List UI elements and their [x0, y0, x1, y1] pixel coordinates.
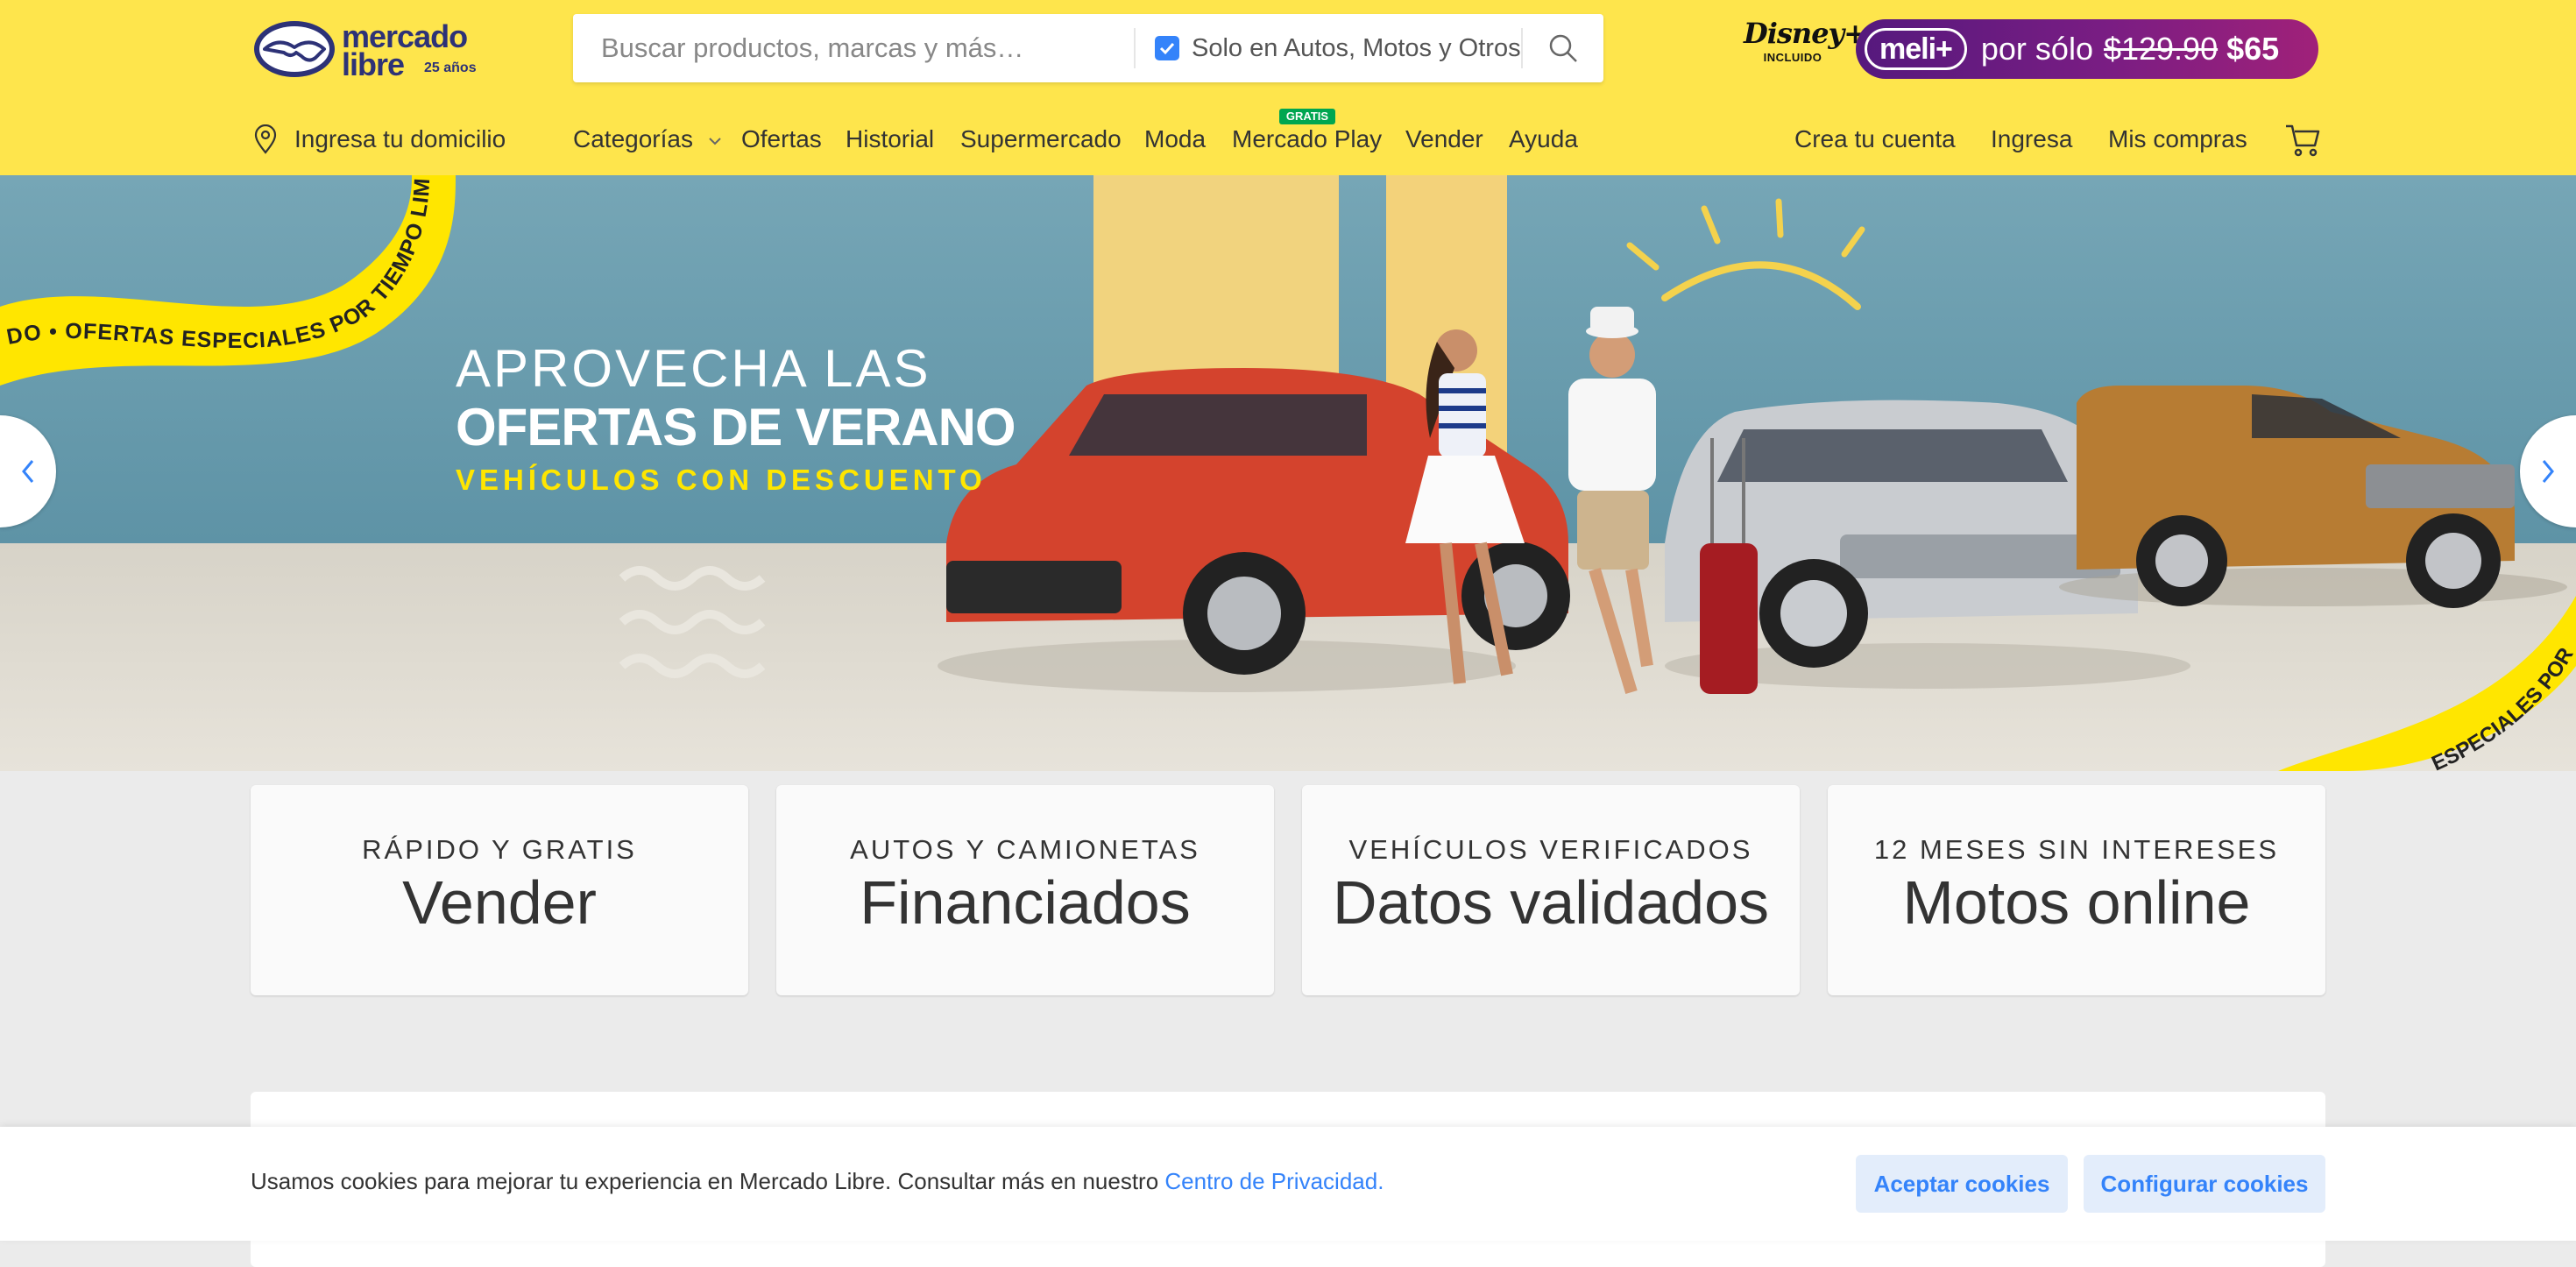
- card-kicker: VEHÍCULOS VERIFICADOS: [1348, 834, 1753, 865]
- search-icon: [1549, 34, 1577, 62]
- orange-pickup: [2059, 386, 2567, 608]
- disney-plus-logo[interactable]: Disney+ INCLUIDO: [1744, 16, 1867, 81]
- cart-button[interactable]: [2283, 121, 2322, 159]
- nav-categorias-label: Categorías: [573, 125, 693, 152]
- card-financiados[interactable]: AUTOS Y CAMIONETAS Financiados: [776, 785, 1274, 995]
- promo-text: por sólo: [1980, 31, 2093, 67]
- logo-line2: libre: [342, 46, 404, 81]
- chevron-down-icon: [709, 137, 721, 145]
- my-purchases-link[interactable]: Mis compras: [2108, 121, 2247, 158]
- card-motos-online[interactable]: 12 MESES SIN INTERESES Motos online: [1828, 785, 2325, 995]
- nav-supermercado[interactable]: Supermercado: [960, 121, 1122, 158]
- promo-old-price: $129.90: [2103, 31, 2219, 67]
- main-nav: Ingresa tu domicilio Categorías Ofertas …: [0, 114, 2576, 163]
- card-vender[interactable]: RÁPIDO Y GRATIS Vender: [251, 785, 748, 995]
- card-title: Datos validados: [1332, 868, 1770, 937]
- privacy-center-link[interactable]: Centro de Privacidad.: [1164, 1168, 1384, 1194]
- disney-included-label: INCLUIDO: [1763, 51, 1822, 64]
- category-filter-checkbox[interactable]: Solo en Autos, Motos y Otros: [1155, 14, 1521, 82]
- nav-historial[interactable]: Historial: [846, 121, 934, 158]
- cart-icon: [2286, 124, 2320, 157]
- card-title: Motos online: [1902, 868, 2251, 937]
- mercadolibre-logo[interactable]: mercado libre 25 años: [252, 18, 489, 82]
- nav-ofertas[interactable]: Ofertas: [741, 121, 822, 158]
- nav-vender[interactable]: Vender: [1405, 121, 1483, 158]
- hero-line3: VEHÍCULOS CON DESCUENTO: [456, 464, 987, 496]
- cookie-text: Usamos cookies para mejorar tu experienc…: [251, 1168, 1159, 1194]
- cookie-message: Usamos cookies para mejorar tu experienc…: [251, 1165, 1384, 1197]
- search-button[interactable]: [1523, 14, 1603, 82]
- card-title: Vender: [402, 868, 597, 937]
- card-datos-validados[interactable]: VEHÍCULOS VERIFICADOS Datos validados: [1302, 785, 1800, 995]
- hero-line2: OFERTAS DE VERANO: [456, 398, 1016, 457]
- location-link[interactable]: Ingresa tu domicilio: [252, 121, 506, 158]
- card-title: Financiados: [860, 868, 1191, 937]
- nav-mercado-play[interactable]: Mercado Play: [1232, 121, 1382, 158]
- accept-cookies-button[interactable]: Aceptar cookies: [1856, 1155, 2068, 1213]
- card-kicker: RÁPIDO Y GRATIS: [362, 834, 637, 865]
- hero-carousel[interactable]: DO • OFERTAS ESPECIALES POR TIEMPO LIMIT…: [0, 175, 2576, 771]
- search-input[interactable]: [573, 14, 1134, 82]
- header: mercado libre 25 años Solo en Autos, Mot…: [0, 0, 2576, 175]
- checkbox-checked[interactable]: [1155, 36, 1179, 60]
- create-account-link[interactable]: Crea tu cuenta: [1794, 121, 1956, 158]
- nav-categorias[interactable]: Categorías: [573, 121, 723, 158]
- search-divider: [1134, 28, 1136, 68]
- card-kicker: AUTOS Y CAMIONETAS: [850, 834, 1200, 865]
- meli-plus-promo-banner[interactable]: meli+ por sólo $129.90 $65: [1856, 19, 2318, 79]
- chevron-right-icon: [2542, 460, 2554, 483]
- login-link[interactable]: Ingresa: [1991, 121, 2072, 158]
- search-bar: Solo en Autos, Motos y Otros: [573, 14, 1603, 82]
- cookie-banner: Usamos cookies para mejorar tu experienc…: [0, 1127, 2576, 1241]
- promo-new-price: $65: [2226, 31, 2280, 67]
- nav-moda[interactable]: Moda: [1144, 121, 1206, 158]
- card-kicker: 12 MESES SIN INTERESES: [1873, 834, 2280, 865]
- disney-plus-wordmark: Disney+: [1744, 17, 1867, 50]
- meli-plus-badge: meli+: [1865, 28, 1967, 70]
- chevron-left-icon: [22, 460, 34, 483]
- location-label: Ingresa tu domicilio: [294, 125, 506, 152]
- hero-headline: APROVECHA LAS OFERTAS DE VERANO VEHÍCULO…: [456, 338, 1016, 505]
- logo-tag: 25 años: [424, 60, 477, 75]
- category-filter-label: Solo en Autos, Motos y Otros: [1192, 33, 1521, 62]
- hero-line1: APROVECHA LAS: [456, 339, 931, 398]
- check-icon: [1159, 42, 1175, 55]
- nav-ayuda[interactable]: Ayuda: [1509, 121, 1578, 158]
- hero-illustration: DO • OFERTAS ESPECIALES POR TIEMPO LIMIT…: [0, 175, 2576, 771]
- location-pin-icon: [254, 124, 277, 154]
- configure-cookies-button[interactable]: Configurar cookies: [2084, 1155, 2325, 1213]
